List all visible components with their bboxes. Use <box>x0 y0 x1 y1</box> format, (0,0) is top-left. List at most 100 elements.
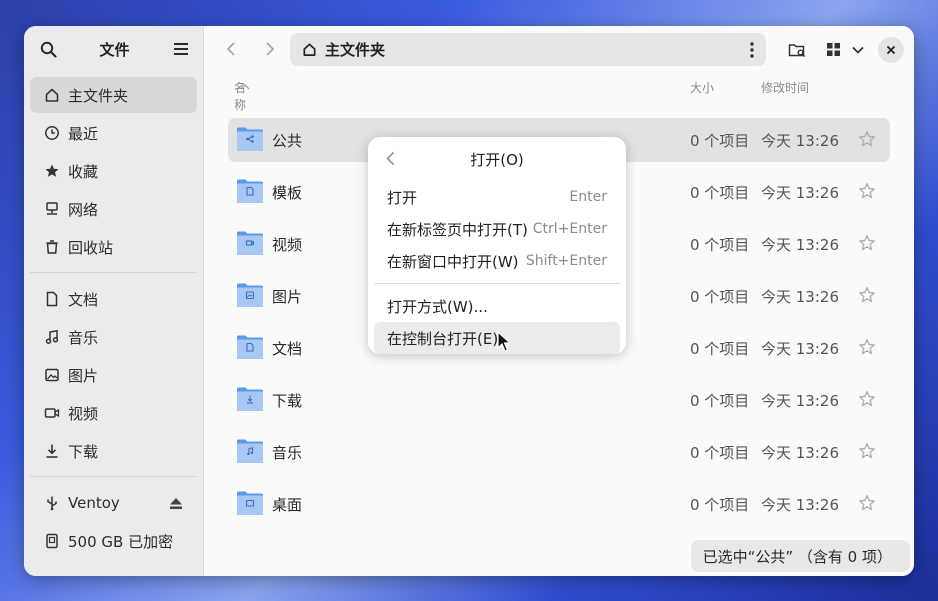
folder-icon <box>236 230 264 256</box>
file-modified: 今天 13:26 <box>761 339 839 358</box>
menu-item-open-new-tab[interactable]: 在新标签页中打开(T) Ctrl+Enter <box>374 213 620 245</box>
star-icon[interactable] <box>858 494 876 516</box>
file-modified: 今天 13:26 <box>761 131 839 150</box>
sidebar-item-encrypted-drive[interactable]: 500 GB 已加密 <box>30 523 197 559</box>
star-icon[interactable] <box>858 338 876 360</box>
star-icon[interactable] <box>858 390 876 412</box>
network-icon <box>44 201 60 217</box>
file-size: 0 个项目 <box>690 339 750 358</box>
file-size: 0 个项目 <box>690 391 750 410</box>
new-folder-button[interactable] <box>782 33 812 66</box>
sidebar-item-label: 网络 <box>68 200 99 219</box>
column-name[interactable]: 名称 <box>234 79 250 112</box>
sidebar-title: 文件 <box>99 40 130 59</box>
sidebar: 文件 主文件夹 最近 收藏 网络 回收站 文档 音乐 图片 视频 下载 Vent… <box>24 26 204 576</box>
toolbar-right <box>782 33 914 66</box>
close-button[interactable] <box>878 36 904 63</box>
forward-button[interactable] <box>255 34 285 64</box>
grid-icon <box>826 43 840 56</box>
sidebar-item-videos[interactable]: 视频 <box>30 395 197 431</box>
sidebar-item-label: 收藏 <box>68 162 99 181</box>
menu-item-open[interactable]: 打开 Enter <box>374 181 620 213</box>
back-button[interactable] <box>216 34 246 64</box>
home-icon <box>44 87 60 103</box>
file-size: 0 个项目 <box>690 183 750 202</box>
back-button[interactable] <box>386 151 395 170</box>
star-icon <box>44 163 60 179</box>
search-icon[interactable] <box>38 39 58 59</box>
menu-item-label: 在控制台打开(E) <box>387 329 499 348</box>
star-icon[interactable] <box>858 130 876 152</box>
menu-item-accel: Shift+Enter <box>525 253 607 269</box>
sidebar-item-starred[interactable]: 收藏 <box>30 153 197 189</box>
view-options-button[interactable] <box>848 33 868 66</box>
file-name: 公共 <box>272 131 303 150</box>
sidebar-item-trash[interactable]: 回收站 <box>30 229 197 265</box>
sidebar-item-label: 500 GB 已加密 <box>68 532 174 551</box>
chevron-left-icon <box>226 42 235 56</box>
star-icon[interactable] <box>858 182 876 204</box>
sidebar-item-label: 音乐 <box>68 328 99 347</box>
popover-title: 打开(O) <box>470 150 524 169</box>
column-name-label: 名称 <box>234 81 247 112</box>
sidebar-item-home[interactable]: 主文件夹 <box>30 77 197 113</box>
sidebar-item-network[interactable]: 网络 <box>30 191 197 227</box>
menu-item-open-new-window[interactable]: 在新窗口中打开(W) Shift+Enter <box>374 245 620 277</box>
file-modified: 今天 13:26 <box>761 495 839 514</box>
menu-item-label: 打开方式(W)... <box>387 297 488 316</box>
folder-icon <box>236 334 264 360</box>
path-bar[interactable]: 主文件夹 <box>290 33 766 66</box>
clock-icon <box>44 125 60 141</box>
chevron-left-icon <box>386 151 395 166</box>
column-modified[interactable]: 修改时间 <box>761 79 809 96</box>
mouse-pointer-icon <box>497 330 512 357</box>
sidebar-item-ventoy[interactable]: Ventoy <box>30 485 197 521</box>
hamburger-menu-icon[interactable] <box>171 39 191 59</box>
file-name: 音乐 <box>272 443 303 462</box>
sidebar-separator <box>30 272 197 273</box>
file-size: 0 个项目 <box>690 443 750 462</box>
trash-icon <box>44 239 60 255</box>
chevron-right-icon <box>266 42 275 56</box>
file-row[interactable]: 桌面 0 个项目 今天 13:26 <box>228 482 890 526</box>
star-icon[interactable] <box>858 442 876 464</box>
file-name: 图片 <box>272 287 303 306</box>
menu-item-label: 在新标签页中打开(T) <box>387 220 528 239</box>
sidebar-item-documents[interactable]: 文档 <box>30 281 197 317</box>
popover-header: 打开(O) <box>368 137 626 181</box>
file-name: 模板 <box>272 183 303 202</box>
image-icon <box>44 367 60 383</box>
document-icon <box>44 291 60 307</box>
eject-icon[interactable] <box>169 497 183 510</box>
file-name: 视频 <box>272 235 303 254</box>
folder-icon <box>236 490 264 516</box>
menu-item-open-with[interactable]: 打开方式(W)... <box>374 290 620 322</box>
folder-icon <box>236 438 264 464</box>
path-title: 主文件夹 <box>325 41 386 59</box>
column-size[interactable]: 大小 <box>690 79 714 96</box>
file-modified: 今天 13:26 <box>761 183 839 202</box>
home-icon <box>302 42 317 57</box>
menu-item-accel: Ctrl+Enter <box>532 221 607 237</box>
file-row[interactable]: 音乐 0 个项目 今天 13:26 <box>228 430 890 474</box>
chevron-down-icon <box>852 46 864 54</box>
star-icon[interactable] <box>858 286 876 308</box>
close-icon <box>886 45 896 54</box>
more-options-icon[interactable] <box>750 41 754 58</box>
sidebar-item-pictures[interactable]: 图片 <box>30 357 197 393</box>
status-bar: 已选中“公共” （含有 0 项） <box>690 540 910 572</box>
video-icon <box>44 405 60 421</box>
star-icon[interactable] <box>858 234 876 256</box>
file-row[interactable]: 下载 0 个项目 今天 13:26 <box>228 378 890 422</box>
sidebar-item-music[interactable]: 音乐 <box>30 319 197 355</box>
file-name: 下载 <box>272 391 303 410</box>
folder-icon <box>236 386 264 412</box>
sidebar-item-label: 图片 <box>68 366 99 385</box>
grid-view-button[interactable] <box>818 33 848 66</box>
folder-icon <box>236 178 264 204</box>
sidebar-item-downloads[interactable]: 下载 <box>30 433 197 469</box>
folder-icon <box>236 282 264 308</box>
sidebar-item-recent[interactable]: 最近 <box>30 115 197 151</box>
sidebar-item-label: 最近 <box>68 124 99 143</box>
menu-item-accel: Enter <box>569 189 607 205</box>
